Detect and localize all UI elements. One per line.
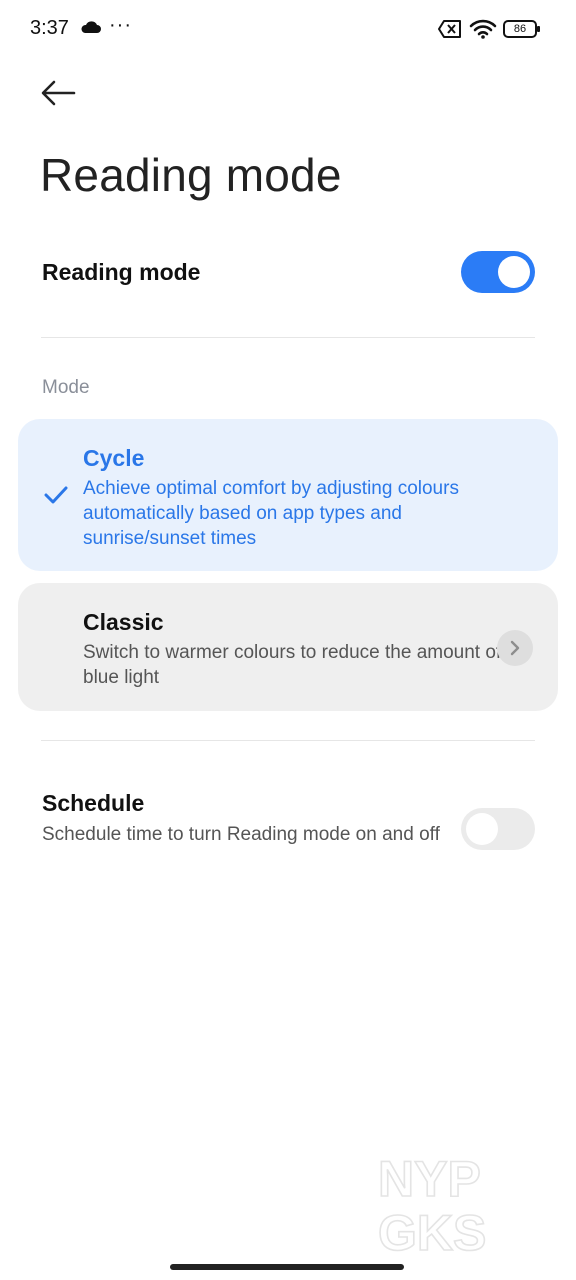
status-time: 3:37 bbox=[30, 17, 69, 39]
schedule-title: Schedule bbox=[42, 790, 145, 816]
classic-description: Switch to warmer colours to reduce the a… bbox=[83, 642, 502, 688]
watermark-line2: GKS bbox=[378, 1205, 486, 1255]
no-sim-icon bbox=[438, 20, 461, 38]
mode-option-cycle[interactable]: Cycle Achieve optimal comfort by adjusti… bbox=[18, 419, 558, 571]
wifi-icon bbox=[469, 19, 497, 39]
page-title: Reading mode bbox=[40, 149, 342, 201]
cycle-description: Achieve optimal comfort by adjusting col… bbox=[83, 478, 459, 549]
battery-level: 86 bbox=[513, 23, 527, 35]
classic-details-button[interactable] bbox=[497, 630, 533, 666]
divider bbox=[41, 740, 535, 741]
status-bar: 3:37 ··· 86 bbox=[0, 0, 576, 60]
schedule-toggle[interactable] bbox=[461, 808, 535, 850]
toggle-knob bbox=[466, 813, 498, 845]
mode-option-classic[interactable]: Classic Switch to warmer colours to redu… bbox=[18, 583, 558, 711]
divider bbox=[41, 337, 535, 338]
watermark-line1: NYP bbox=[378, 1151, 481, 1207]
reading-mode-label: Reading mode bbox=[42, 259, 201, 285]
cloud-icon bbox=[81, 21, 101, 33]
back-arrow-icon[interactable] bbox=[38, 76, 82, 112]
battery-icon: 86 bbox=[503, 20, 540, 38]
reading-mode-toggle[interactable] bbox=[461, 251, 535, 293]
notification-dots: ··· bbox=[109, 14, 132, 36]
classic-title: Classic bbox=[83, 609, 164, 635]
cycle-title: Cycle bbox=[83, 445, 145, 471]
watermark-logo: NYP GKS bbox=[377, 1150, 487, 1255]
toggle-knob bbox=[498, 256, 530, 288]
chevron-right-icon bbox=[510, 640, 520, 656]
schedule-description: Schedule time to turn Reading mode on an… bbox=[42, 824, 440, 845]
checkmark-icon bbox=[44, 486, 68, 504]
mode-section-label: Mode bbox=[42, 377, 90, 398]
home-indicator[interactable] bbox=[170, 1264, 404, 1270]
